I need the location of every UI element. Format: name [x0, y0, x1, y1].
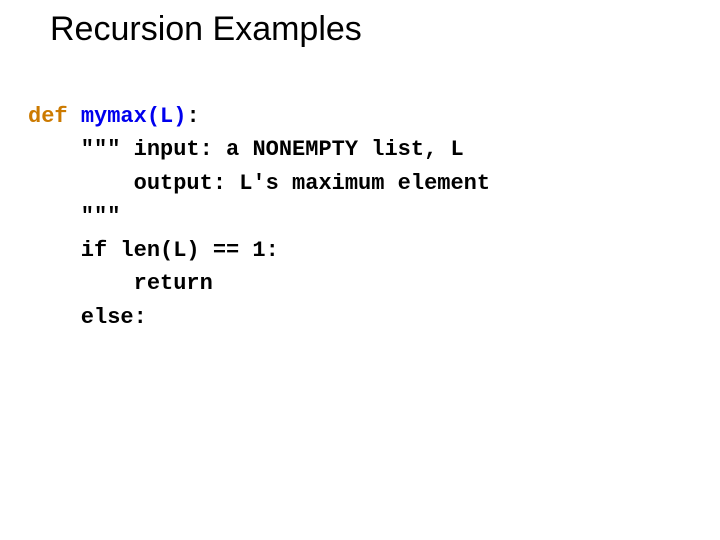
function-signature: mymax(L)	[81, 104, 187, 129]
docstring-open: """	[28, 137, 134, 162]
return-line: return	[28, 271, 213, 296]
else-line: else:	[28, 305, 147, 330]
docstring-close: """	[28, 204, 120, 229]
colon: :	[186, 104, 199, 129]
code-block: def mymax(L): """ input: a NONEMPTY list…	[28, 100, 490, 334]
slide: Recursion Examples def mymax(L): """ inp…	[0, 0, 720, 540]
docstring-line-1: input: a NONEMPTY list, L	[134, 137, 464, 162]
slide-title: Recursion Examples	[50, 10, 362, 49]
keyword-def: def	[28, 104, 68, 129]
if-line: if len(L) == 1:	[28, 238, 279, 263]
docstring-line-2: output: L's maximum element	[28, 171, 490, 196]
